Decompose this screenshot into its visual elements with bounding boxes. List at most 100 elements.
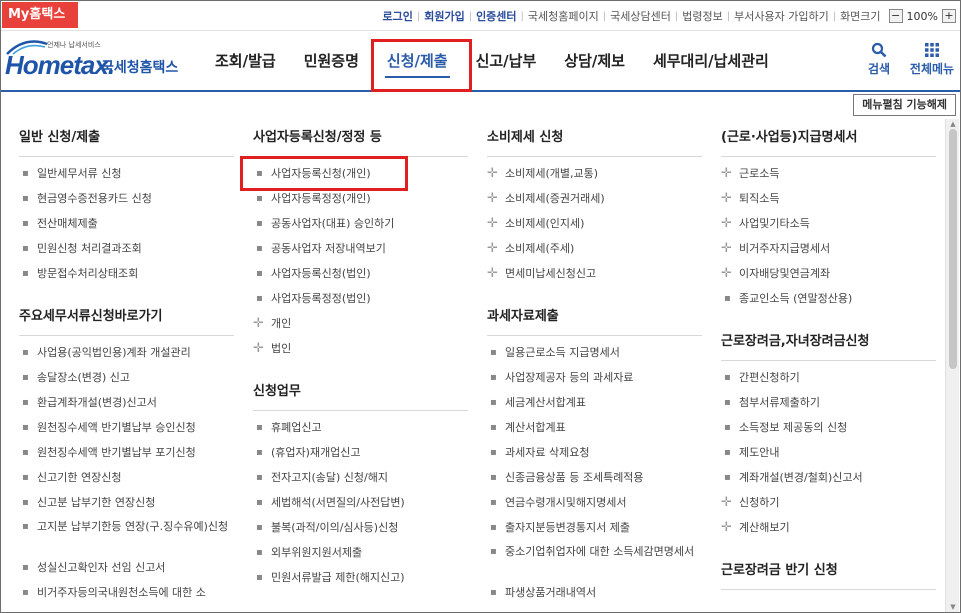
menu-item[interactable]: ▪ 출자지분등변경통지서 제출 — [487, 515, 702, 540]
menu-item[interactable]: ▪ 첨부서류제출하기 — [721, 390, 936, 415]
gnb-item[interactable]: 상담/제보 — [550, 32, 639, 90]
section-title[interactable]: 소비제세 신청 — [487, 119, 702, 157]
gnb-item[interactable]: 신고/납부 — [462, 32, 551, 90]
menu-item[interactable]: ✛ 소비제세(주세) — [487, 236, 702, 261]
section-title[interactable]: 근로장려금 반기 신청 — [721, 552, 936, 590]
menu-item[interactable]: ▪ 송달장소(변경) 신고 — [19, 365, 234, 390]
menu-item-label: 소득정보 제공동의 신청 — [739, 421, 848, 434]
zoom-in-button[interactable]: + — [942, 9, 956, 23]
utility-link[interactable]: 화면크기 — [836, 8, 884, 24]
menu-item[interactable]: ▪ 민원신청 처리결과조회 — [19, 236, 234, 261]
menu-item[interactable]: ▪ 일용근로소득 지급명세서 — [487, 340, 702, 365]
zoom-out-button[interactable]: − — [888, 9, 903, 23]
menu-item[interactable]: ▪ 사업자등록신청(법인) — [253, 261, 468, 286]
menu-item[interactable]: ▪ 신고기한 연장신청 — [19, 465, 234, 490]
menu-item[interactable]: ✛ 근로소득 — [721, 161, 936, 186]
utility-link[interactable]: 인증센터 — [472, 8, 520, 24]
menu-item[interactable]: ▪ 불복(과적/이의/심사등)신청 — [253, 515, 468, 540]
menu-item[interactable]: ▪ 소득정보 제공동의 신청 — [721, 415, 936, 440]
menu-item[interactable]: ▪ 파생상품거래내역서 — [487, 580, 702, 605]
section-title[interactable]: 일반 신청/제출 — [19, 119, 234, 157]
menu-item[interactable]: ✛ 소비제세(개별,교통) — [487, 161, 702, 186]
bullet-icon: ▪ — [490, 522, 497, 533]
utility-link[interactable]: 로그인 — [378, 8, 416, 24]
menu-item-label: 원천징수세액 반기별납부 승인신청 — [37, 421, 196, 434]
menu-item[interactable]: ▪ 연금수령개시및해지명세서 — [487, 490, 702, 515]
scroll-up-icon[interactable]: ▲ — [946, 119, 960, 129]
gnb-item[interactable]: 조회/발급 — [201, 32, 290, 90]
menu-item[interactable]: ▪ 과세자료 삭제요청 — [487, 440, 702, 465]
menu-item[interactable]: ▪ 공동사업자 저장내역보기 — [253, 236, 468, 261]
menu-expand-toggle-button[interactable]: 메뉴펼침 기능해제 — [853, 94, 956, 116]
bullet-icon: ▪ — [256, 293, 263, 304]
gnb-item[interactable]: 세무대리/납세관리 — [639, 32, 783, 90]
hometax-logo[interactable]: 언제나 납세서비스 Hometax. 국세청홈택스 — [5, 38, 185, 82]
menu-item[interactable]: ▪ 비거주자등의국내원천소득에 대한 소 — [19, 580, 234, 605]
all-menu-button[interactable]: 전체메뉴 — [904, 40, 960, 77]
menu-item-label: 신청하기 — [739, 496, 780, 509]
menu-item[interactable]: ▪ 신종금융상품 등 조세특례적용 — [487, 465, 702, 490]
menu-item[interactable]: ✛ 비거주자지급명세서 — [721, 236, 936, 261]
menu-item[interactable]: ✛ 소비제세(증권거래세) — [487, 186, 702, 211]
expand-plus-icon: ✛ — [253, 341, 264, 356]
my-hometax-tab[interactable]: My홈택스 — [2, 2, 78, 28]
menu-item[interactable]: ▪ 원천징수세액 반기별납부 포기신청 — [19, 440, 234, 465]
utility-link[interactable]: 부서사용자 가입하기 — [730, 8, 833, 24]
utility-link[interactable]: 법령정보 — [678, 8, 726, 24]
menu-item[interactable]: ▪ 휴폐업신고 — [253, 415, 468, 440]
menu-item[interactable]: ▪ 세법해석(서면질의/사전답변) — [253, 490, 468, 515]
scrollbar-thumb[interactable] — [949, 129, 957, 369]
menu-item[interactable]: ▪ 환급계좌개설(변경)신고서 — [19, 390, 234, 415]
menu-item[interactable]: ▪ 고지분 납부기한등 연장(구.징수유예)신청 — [19, 515, 234, 555]
utility-link[interactable]: 회원가입 — [420, 8, 468, 24]
menu-item[interactable]: ✛ 법인 — [253, 336, 468, 361]
menu-item[interactable]: ▪ 일반세무서류 신청 — [19, 161, 234, 186]
menu-item[interactable]: ✛ 개인 — [253, 311, 468, 336]
submenu-panel: 일반 신청/제출 ▪ 일반세무서류 신청 ▪ 현금영수증전용카드 신청 ▪ 전산매체제출 ▪ 민… — [1, 119, 946, 612]
utility-link[interactable]: 국세상담센터 — [606, 8, 675, 24]
menu-item[interactable]: ▪ 전자고지(송달) 신청/해지 — [253, 465, 468, 490]
menu-item[interactable]: ▪ 원천징수세액 반기별납부 승인신청 — [19, 415, 234, 440]
menu-item-label: 공동사업자 저장내역보기 — [271, 242, 386, 255]
menu-item[interactable]: ▪ 간편신청하기 — [721, 365, 936, 390]
menu-item[interactable]: ▪ 계좌개설(변경/철회)신고서 — [721, 465, 936, 490]
menu-item[interactable]: ▪ 방문접수처리상태조회 — [19, 261, 234, 286]
section-title[interactable]: (근로·사업등)지급명세서 — [721, 119, 936, 157]
menu-item[interactable]: ✛ 계산해보기 — [721, 515, 936, 540]
menu-item[interactable]: ✛ 이자배당및연금계좌 — [721, 261, 936, 286]
menu-item[interactable]: ▪ 사업용(공익법인용)계좌 개설관리 — [19, 340, 234, 365]
menu-item[interactable]: ▪ 제도안내 — [721, 440, 936, 465]
menu-item[interactable]: ▪ 공동사업자(대표) 승인하기 — [253, 211, 468, 236]
menu-item[interactable]: ▪ (휴업자)재개업신고 — [253, 440, 468, 465]
menu-item[interactable]: ▪ 민원서류발급 제한(해지신고) — [253, 565, 468, 590]
menu-item[interactable]: ✛ 사업및기타소득 — [721, 211, 936, 236]
section-title[interactable]: 과세자료제출 — [487, 298, 702, 336]
menu-item[interactable]: ▪ 성실신고확인자 선임 신고서 — [19, 555, 234, 580]
scroll-down-icon[interactable]: ▼ — [946, 602, 960, 612]
utility-link[interactable]: 국세청홈페이지 — [524, 8, 603, 24]
menu-item[interactable]: ▪ 외부위원지원서제출 — [253, 540, 468, 565]
menu-item-label: 비거주자지급명세서 — [739, 242, 831, 255]
menu-item[interactable]: ▪ 사업자등록정정(법인) — [253, 286, 468, 311]
section-title[interactable]: 근로장려금,자녀장려금신청 — [721, 323, 936, 361]
menu-item[interactable]: ✛ 신청하기 — [721, 490, 936, 515]
menu-item-label: 계좌개설(변경/철회)신고서 — [739, 471, 863, 484]
section-title[interactable]: 사업자등록신청/정정 등 — [253, 119, 468, 157]
menu-item[interactable]: ▪ 신고분 납부기한 연장신청 — [19, 490, 234, 515]
menu-item[interactable]: ✛ 퇴직소득 — [721, 186, 936, 211]
menu-item[interactable]: ▪ 사업장제공자 등의 과세자료 — [487, 365, 702, 390]
menu-item[interactable]: ▪ 중소기업취업자에 대한 소득세감면명세서 — [487, 540, 702, 580]
menu-item[interactable]: ▪ 계산서합계표 — [487, 415, 702, 440]
menu-item[interactable]: ✛ 면세미납세신청신고 — [487, 261, 702, 286]
search-button[interactable]: 검색 — [854, 40, 904, 77]
menu-item[interactable]: ▪ 종교인소득 (연말정산용) — [721, 286, 936, 311]
bullet-icon: ▪ — [256, 243, 263, 254]
section-title[interactable]: 주요세무서류신청바로가기 — [19, 298, 234, 336]
vertical-scrollbar[interactable]: ▲ ▼ — [945, 119, 959, 612]
menu-item[interactable]: ▪ 세금계산서합계표 — [487, 390, 702, 415]
menu-item[interactable]: ▪ 전산매체제출 — [19, 211, 234, 236]
menu-item[interactable]: ▪ 현금영수증전용카드 신청 — [19, 186, 234, 211]
menu-item[interactable]: ✛ 소비제세(인지세) — [487, 211, 702, 236]
gnb-item[interactable]: 민원증명 — [290, 32, 373, 90]
section-title[interactable]: 신청업무 — [253, 373, 468, 411]
